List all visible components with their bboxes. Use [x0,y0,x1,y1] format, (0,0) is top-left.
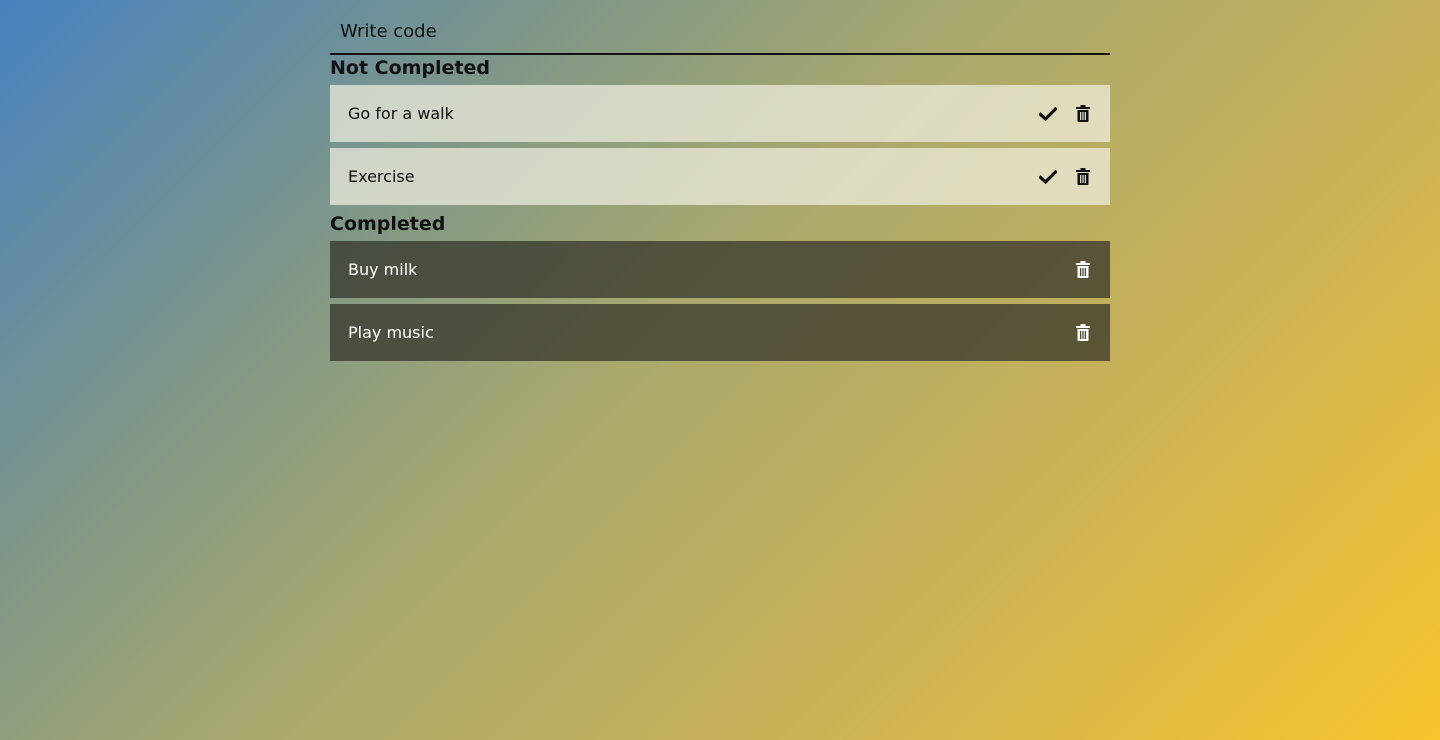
trash-icon[interactable] [1074,105,1092,123]
task-item: Exercise [330,148,1110,205]
trash-icon[interactable] [1074,324,1092,342]
task-label: Exercise [348,167,415,186]
task-item: Play music [330,304,1110,361]
task-item: Buy milk [330,241,1110,298]
todo-app: Not Completed Go for a walk Exercise [330,10,1110,367]
completed-list: Buy milk Play music [330,241,1110,361]
task-actions [1039,168,1092,186]
check-icon[interactable] [1039,168,1057,186]
not-completed-list: Go for a walk Exercise [330,85,1110,205]
task-actions [1074,324,1092,342]
task-item: Go for a walk [330,85,1110,142]
task-label: Play music [348,323,434,342]
task-label: Buy milk [348,260,418,279]
task-label: Go for a walk [348,104,454,123]
not-completed-heading: Not Completed [330,57,491,79]
new-task-input[interactable] [330,10,1110,55]
trash-icon[interactable] [1074,168,1092,186]
task-actions [1039,105,1092,123]
check-icon[interactable] [1039,105,1057,123]
trash-icon[interactable] [1074,261,1092,279]
completed-heading: Completed [330,213,446,235]
task-actions [1074,261,1092,279]
